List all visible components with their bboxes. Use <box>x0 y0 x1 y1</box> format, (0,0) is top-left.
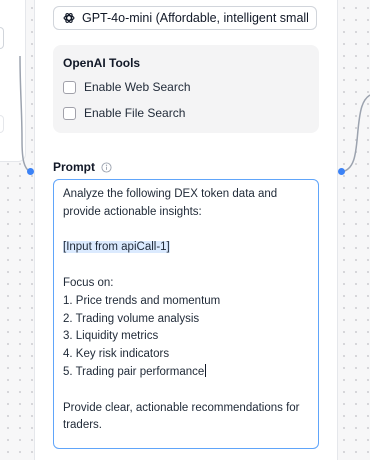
input-handle[interactable] <box>27 168 34 175</box>
prompt-line: 2. Trading volume analysis <box>63 312 200 325</box>
incoming-edge <box>19 55 31 173</box>
prompt-line: 4. Key risk indicators <box>63 348 170 361</box>
file-search-option[interactable]: Enable File Search <box>63 106 185 120</box>
llm-node-card[interactable]: GPT-4o-mini (Affordable, intelligent sma… <box>34 0 338 460</box>
openai-tools-title: OpenAI Tools <box>63 56 141 70</box>
web-search-option[interactable]: Enable Web Search <box>63 80 191 94</box>
prompt-line: 1. Price trends and momentum <box>63 294 221 307</box>
web-search-checkbox[interactable] <box>63 80 76 94</box>
output-handle[interactable] <box>338 168 345 175</box>
prompt-line: Analyze the following DEX token data and… <box>63 188 278 218</box>
web-search-label: Enable Web Search <box>84 80 191 94</box>
prompt-label: Prompt <box>53 160 95 174</box>
prompt-line: 3. Liquidity metrics <box>63 330 159 343</box>
file-search-checkbox[interactable] <box>63 106 76 120</box>
input-reference-highlight: [Input from apiCall-1] <box>63 241 170 254</box>
prompt-line-input-reference: [Input from apiCall-1] <box>63 239 309 257</box>
prompt-line-with-caret: 5. Trading pair performance <box>63 363 309 382</box>
prompt-line: Provide clear, actionable recommendation… <box>63 401 300 432</box>
prompt-line <box>63 257 309 275</box>
model-select[interactable]: GPT-4o-mini (Affordable, intelligent sma… <box>53 6 317 30</box>
openai-tools-panel: OpenAI Tools Enable Web Search Enable Fi… <box>53 45 319 133</box>
prompt-line: 5. Trading pair performance <box>63 365 205 378</box>
prompt-textarea[interactable]: Analyze the following DEX token data and… <box>53 179 319 449</box>
prompt-line <box>63 382 309 400</box>
openai-logo-icon <box>63 13 75 23</box>
text-caret <box>205 363 207 377</box>
file-search-label: Enable File Search <box>84 106 186 120</box>
prompt-line: Focus on: <box>63 276 114 289</box>
prompt-label-row: Prompt <box>53 160 112 174</box>
info-icon[interactable] <box>101 161 112 173</box>
model-select-value: GPT-4o-mini (Affordable, intelligent sma… <box>82 11 308 25</box>
prompt-line <box>63 222 309 240</box>
outgoing-edge <box>340 94 370 173</box>
